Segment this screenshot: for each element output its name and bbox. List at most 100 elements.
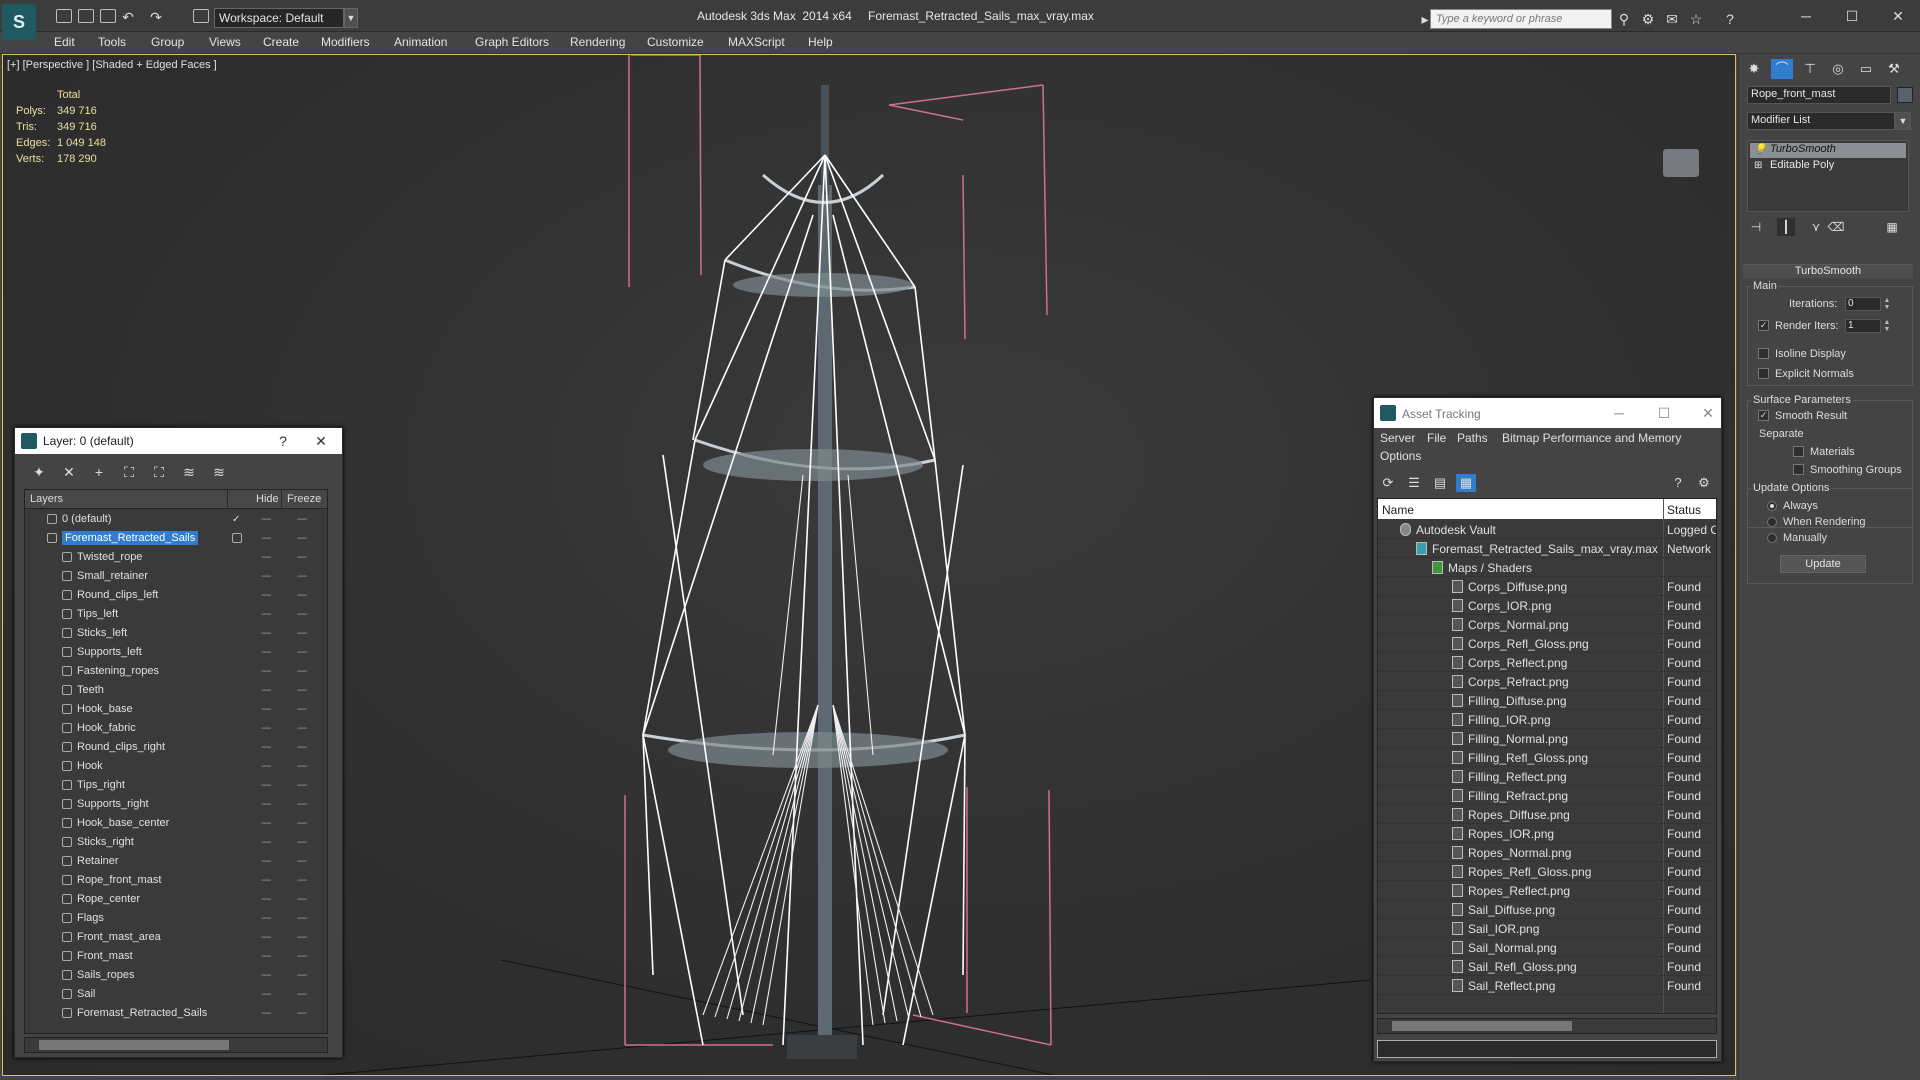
asset-row[interactable]: Filling_Refract.png Found <box>1378 786 1716 805</box>
active-layer-check-icon[interactable]: ✓ <box>232 514 240 525</box>
layer-row[interactable]: Round_clips_right ---- ---- <box>25 738 327 757</box>
chevron-down-icon[interactable]: ▼ <box>344 8 358 28</box>
modifier-list-select[interactable]: Modifier List <box>1747 112 1895 130</box>
asset-row[interactable]: Sail_Diffuse.png Found <box>1378 900 1716 919</box>
hide-toggle[interactable]: ---- <box>261 970 271 981</box>
save-file-icon[interactable] <box>100 9 116 23</box>
hide-toggle[interactable]: ---- <box>261 647 271 658</box>
subscription-icon[interactable]: ⚙ <box>1640 11 1656 27</box>
asset-row[interactable]: Filling_Refl_Gloss.png Found <box>1378 748 1716 767</box>
freeze-toggle[interactable]: ---- <box>297 894 307 905</box>
render-iters-checkbox[interactable]: ✓ <box>1758 320 1769 331</box>
pin-stack-icon[interactable]: ⊣ <box>1747 218 1765 236</box>
asset-row[interactable]: Filling_Reflect.png Found <box>1378 767 1716 786</box>
viewcube-icon[interactable] <box>1663 149 1699 177</box>
project-folder-icon[interactable] <box>193 9 209 23</box>
asset-row[interactable]: Ropes_Normal.png Found <box>1378 843 1716 862</box>
remove-modifier-icon[interactable]: ⌫ <box>1827 218 1845 236</box>
binoculars-icon[interactable]: ⚲ <box>1616 11 1632 27</box>
add-to-layer-icon[interactable]: + <box>89 462 109 482</box>
layer-row[interactable]: Front_mast ---- ---- <box>25 947 327 966</box>
materials-checkbox[interactable] <box>1793 446 1804 457</box>
help-icon[interactable]: ? <box>273 431 293 451</box>
minimize-button[interactable]: ─ <box>1792 6 1820 26</box>
asset-row[interactable]: Corps_IOR.png Found <box>1378 596 1716 615</box>
favorites-star-icon[interactable]: ☆ <box>1688 11 1704 27</box>
layer-row[interactable]: Tips_left ---- ---- <box>25 605 327 624</box>
scrollbar-thumb[interactable] <box>39 1040 229 1050</box>
freeze-toggle[interactable]: ---- <box>297 761 307 772</box>
hide-toggle[interactable]: ---- <box>261 913 271 924</box>
asset-row[interactable]: Sail_Refl_Gloss.png Found <box>1378 957 1716 976</box>
close-icon[interactable]: ✕ <box>311 431 331 451</box>
close-button[interactable]: ✕ <box>1697 403 1719 423</box>
layer-row[interactable]: Hook ---- ---- <box>25 757 327 776</box>
asset-row[interactable]: Ropes_Diffuse.png Found <box>1378 805 1716 824</box>
app-logo-icon[interactable]: S <box>2 4 36 40</box>
asset-row[interactable]: Sail_Normal.png Found <box>1378 938 1716 957</box>
layer-row[interactable]: Hook_fabric ---- ---- <box>25 719 327 738</box>
menu-animation[interactable]: Animation <box>394 35 447 49</box>
freeze-toggle[interactable]: ---- <box>297 590 307 601</box>
menu-maxscript[interactable]: MAXScript <box>728 35 785 49</box>
hide-toggle[interactable]: ---- <box>261 818 271 829</box>
asset-row[interactable]: Filling_Normal.png Found <box>1378 729 1716 748</box>
table-view-icon[interactable]: ▦ <box>1456 474 1476 492</box>
select-objects-icon[interactable]: ⛶ <box>119 462 139 482</box>
menu-tools[interactable]: Tools <box>98 35 126 49</box>
hide-toggle[interactable]: ---- <box>261 932 271 943</box>
settings-icon[interactable]: ⚙ <box>1694 474 1714 492</box>
hide-toggle[interactable]: ---- <box>261 989 271 1000</box>
menu-graph-editors[interactable]: Graph Editors <box>475 35 549 49</box>
freeze-toggle[interactable]: ---- <box>297 552 307 563</box>
hide-toggle[interactable]: ---- <box>261 894 271 905</box>
explicit-normals-checkbox[interactable] <box>1758 368 1769 379</box>
hide-toggle[interactable]: ---- <box>261 780 271 791</box>
lightbulb-icon[interactable]: 💡 <box>1754 144 1766 155</box>
menu-options[interactable]: Options <box>1380 449 1421 463</box>
asset-row[interactable]: Ropes_Reflect.png Found <box>1378 881 1716 900</box>
freeze-toggle[interactable]: ---- <box>297 666 307 677</box>
asset-row[interactable]: Ropes_IOR.png Found <box>1378 824 1716 843</box>
freeze-toggle[interactable]: ---- <box>297 932 307 943</box>
workspace-select[interactable]: Workspace: Default <box>214 8 344 28</box>
hide-toggle[interactable]: ---- <box>261 628 271 639</box>
hide-toggle[interactable]: ---- <box>261 552 271 563</box>
freeze-toggle[interactable]: ---- <box>297 913 307 924</box>
hide-toggle[interactable]: ---- <box>261 571 271 582</box>
turbosmooth-rollout-title[interactable]: TurboSmooth <box>1743 264 1913 278</box>
maximize-button[interactable]: ☐ <box>1653 403 1675 423</box>
communication-icon[interactable]: ✉ <box>1664 11 1680 27</box>
layer-row[interactable]: Tips_right ---- ---- <box>25 776 327 795</box>
menu-views[interactable]: Views <box>209 35 241 49</box>
layer-row[interactable]: Retainer ---- ---- <box>25 852 327 871</box>
layer-row[interactable]: Sticks_right ---- ---- <box>25 833 327 852</box>
layer-row[interactable]: Rope_front_mast ---- ---- <box>25 871 327 890</box>
layer-row[interactable]: Hook_base_center ---- ---- <box>25 814 327 833</box>
menu-server[interactable]: Server <box>1380 431 1415 445</box>
asset-row[interactable]: Sail_IOR.png Found <box>1378 919 1716 938</box>
layer-horizontal-scrollbar[interactable] <box>24 1037 328 1053</box>
asset-path-field[interactable] <box>1377 1040 1717 1058</box>
layer-row[interactable]: Rope_center ---- ---- <box>25 890 327 909</box>
asset-row[interactable]: Filling_Diffuse.png Found <box>1378 691 1716 710</box>
make-unique-icon[interactable]: ⋎ <box>1807 218 1825 236</box>
layer-row[interactable]: Teeth ---- ---- <box>25 681 327 700</box>
modify-tab-icon[interactable]: ⌒ <box>1771 59 1793 79</box>
freeze-toggle[interactable]: ---- <box>297 609 307 620</box>
freeze-toggle[interactable]: ---- <box>297 647 307 658</box>
expand-plus-icon[interactable]: ⊞ <box>1754 160 1762 171</box>
freeze-toggle[interactable]: ---- <box>297 704 307 715</box>
hide-toggle[interactable]: ---- <box>261 685 271 696</box>
redo-icon[interactable]: ↷ <box>148 9 164 25</box>
freeze-toggle[interactable]: ---- <box>297 723 307 734</box>
freeze-toggle[interactable]: ---- <box>297 837 307 848</box>
object-color-swatch[interactable] <box>1897 87 1913 103</box>
layer-row[interactable]: Round_clips_left ---- ---- <box>25 586 327 605</box>
new-file-icon[interactable] <box>56 9 72 23</box>
hide-toggle[interactable]: ---- <box>261 704 271 715</box>
freeze-toggle[interactable]: ---- <box>297 856 307 867</box>
asset-row[interactable]: Maps / Shaders <box>1378 558 1716 577</box>
asset-row[interactable]: Ropes_Refl_Gloss.png Found <box>1378 862 1716 881</box>
scrollbar-thumb[interactable] <box>1392 1021 1572 1031</box>
